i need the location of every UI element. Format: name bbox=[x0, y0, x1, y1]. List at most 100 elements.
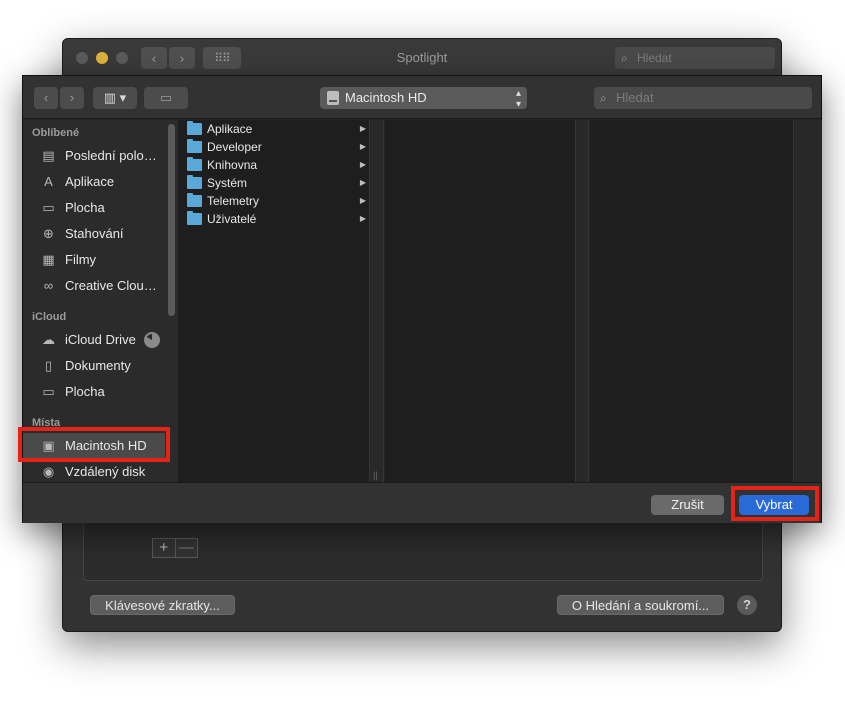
applications-icon: A bbox=[44, 174, 53, 189]
sidebar: Oblíbené ▤ Poslední polo… A Aplikace ▭ Ploc… bbox=[23, 120, 178, 482]
documents-icon: ▯ bbox=[44, 358, 53, 373]
disclosure-arrow-icon: ▶ bbox=[359, 196, 366, 205]
sidebar-item-label: Dokumenty bbox=[65, 358, 131, 373]
creative-cloud-icon: ∞ bbox=[43, 278, 54, 293]
view-mode-button[interactable]: ▥ ▾ bbox=[93, 87, 137, 109]
remove-button[interactable]: — bbox=[174, 539, 198, 557]
sidebar-item-macintosh-hd[interactable]: ▣ Macintosh HD bbox=[23, 433, 178, 459]
sidebar-header-favorites: Oblíbené bbox=[32, 127, 80, 139]
sidebar-scrollbar[interactable] bbox=[165, 120, 178, 482]
sidebar-item-label: Vzdálený disk bbox=[65, 464, 146, 479]
sidebar-item-icloud-drive[interactable]: ☁ iCloud Drive bbox=[23, 327, 178, 353]
item-label: Uživatelé bbox=[207, 212, 257, 226]
cancel-button[interactable]: Zrušit bbox=[651, 495, 724, 515]
sidebar-item-label: Creative Clou… bbox=[65, 278, 157, 293]
desktop-icon: ▭ bbox=[42, 384, 55, 399]
open-panel-dialog: ‹ › ▥ ▾ ▭ Macintosh HD ▴ ▾ ⌕ Hledat Oblíb… bbox=[22, 75, 822, 523]
sidebar-header-icloud: iCloud bbox=[32, 311, 67, 323]
column-resize-handle[interactable]: || bbox=[370, 120, 384, 482]
item-label: Systém bbox=[207, 176, 248, 190]
item-label: Telemetry bbox=[207, 194, 260, 208]
sidebar-item-label: iCloud Drive bbox=[65, 332, 136, 347]
list-item[interactable]: Systém ▶ bbox=[178, 174, 368, 192]
new-folder-button[interactable]: ▭ bbox=[144, 87, 188, 109]
folder-icon bbox=[187, 121, 202, 135]
browser-column-3 bbox=[590, 120, 794, 482]
desktop-icon: ▭ bbox=[42, 200, 55, 215]
sidebar-item-icloud-desktop[interactable]: ▭ Plocha bbox=[23, 379, 178, 405]
resize-grip-icon: || bbox=[373, 470, 378, 480]
list-item[interactable]: Telemetry ▶ bbox=[178, 192, 368, 210]
folder-icon bbox=[187, 211, 202, 225]
search-icon: ⌕ bbox=[621, 51, 628, 65]
sidebar-item-applications[interactable]: A Aplikace bbox=[23, 169, 178, 195]
dialog-forward-button[interactable]: › bbox=[60, 87, 84, 109]
disclosure-arrow-icon: ▶ bbox=[359, 142, 366, 151]
movies-icon: ▦ bbox=[42, 252, 55, 267]
recents-icon: ▤ bbox=[42, 148, 55, 163]
add-remove-control: + — bbox=[152, 538, 198, 558]
search-icon: ⌕ bbox=[600, 91, 607, 105]
folder-icon bbox=[187, 175, 202, 189]
search-placeholder: Hledat bbox=[637, 51, 672, 65]
disclosure-arrow-icon: ▶ bbox=[359, 178, 366, 187]
dialog-search-field[interactable]: ⌕ Hledat bbox=[594, 87, 812, 109]
browser-column-root: Aplikace ▶ Developer ▶ Knihovna ▶ Systém ▶ T… bbox=[178, 120, 370, 482]
sidebar-item-label: Poslední polo… bbox=[65, 148, 157, 163]
dialog-button-bar: Zrušit Vybrat bbox=[23, 482, 821, 523]
list-item[interactable]: Uživatelé ▶ bbox=[178, 210, 368, 228]
keyboard-shortcuts-button[interactable]: Klávesové zkratky... bbox=[90, 595, 235, 615]
folder-icon bbox=[187, 193, 202, 207]
sidebar-item-label: Filmy bbox=[65, 252, 97, 267]
add-button[interactable]: + bbox=[153, 539, 175, 557]
sidebar-item-label: Plocha bbox=[65, 200, 105, 215]
dialog-back-button[interactable]: ‹ bbox=[34, 87, 58, 109]
hard-disk-icon bbox=[327, 91, 339, 105]
sidebar-item-movies[interactable]: ▦ Filmy bbox=[23, 247, 178, 273]
chevron-left-icon: ‹ bbox=[43, 90, 49, 105]
sidebar-item-label: Macintosh HD bbox=[65, 438, 147, 453]
sidebar-item-creative-cloud[interactable]: ∞ Creative Clou… bbox=[23, 273, 178, 299]
sidebar-item-desktop[interactable]: ▭ Plocha bbox=[23, 195, 178, 221]
sidebar-item-documents[interactable]: ▯ Dokumenty bbox=[23, 353, 178, 379]
folder-icon: ▭ bbox=[159, 90, 173, 105]
remote-disc-icon: ◉ bbox=[42, 464, 55, 479]
dialog-search-placeholder: Hledat bbox=[616, 90, 654, 105]
disclosure-arrow-icon: ▶ bbox=[359, 160, 366, 169]
list-item[interactable]: Knihovna ▶ bbox=[178, 156, 368, 174]
sidebar-header-places: Místa bbox=[32, 417, 61, 429]
sidebar-item-recents[interactable]: ▤ Poslední polo… bbox=[23, 143, 178, 169]
location-popup[interactable]: Macintosh HD ▴ ▾ bbox=[320, 87, 527, 110]
browser-column-2 bbox=[385, 120, 576, 482]
chevron-right-icon: › bbox=[69, 90, 75, 105]
dialog-toolbar: ‹ › ▥ ▾ ▭ Macintosh HD ▴ ▾ ⌕ Hledat bbox=[23, 76, 821, 119]
column-resize-handle[interactable] bbox=[576, 120, 589, 482]
sidebar-item-label: Aplikace bbox=[65, 174, 115, 189]
sidebar-item-remote-disc[interactable]: ◉ Vzdálený disk bbox=[23, 459, 178, 482]
cloud-icon: ☁ bbox=[42, 332, 55, 347]
sidebar-item-label: Stahování bbox=[65, 226, 124, 241]
downloads-icon: ⊕ bbox=[43, 226, 54, 241]
scrollbar-thumb[interactable] bbox=[168, 124, 175, 316]
folder-icon bbox=[187, 157, 202, 171]
item-label: Developer bbox=[207, 140, 262, 154]
hard-disk-icon: ▣ bbox=[42, 438, 55, 453]
item-label: Aplikace bbox=[207, 122, 253, 136]
location-label: Macintosh HD bbox=[345, 90, 427, 105]
choose-button[interactable]: Vybrat bbox=[739, 495, 809, 515]
help-button[interactable]: ? bbox=[737, 595, 757, 615]
list-item[interactable]: Developer ▶ bbox=[178, 138, 368, 156]
sync-progress-icon bbox=[144, 332, 160, 348]
spotlight-search-field[interactable]: ⌕ Hledat bbox=[615, 47, 775, 69]
updown-chevron-icon: ▴ ▾ bbox=[515, 88, 521, 110]
sidebar-item-label: Plocha bbox=[65, 384, 105, 399]
item-label: Knihovna bbox=[207, 158, 258, 172]
disclosure-arrow-icon: ▶ bbox=[359, 124, 366, 133]
spotlight-titlebar: ‹ › ⠿⠿ Spotlight ⌕ Hledat bbox=[63, 39, 781, 77]
column-resize-handle[interactable] bbox=[794, 120, 822, 482]
list-item[interactable]: Aplikace ▶ bbox=[178, 120, 368, 138]
sidebar-item-downloads[interactable]: ⊕ Stahování bbox=[23, 221, 178, 247]
folder-icon bbox=[187, 139, 202, 153]
disclosure-arrow-icon: ▶ bbox=[359, 214, 366, 223]
search-privacy-button[interactable]: O Hledání a soukromí... bbox=[557, 595, 724, 615]
